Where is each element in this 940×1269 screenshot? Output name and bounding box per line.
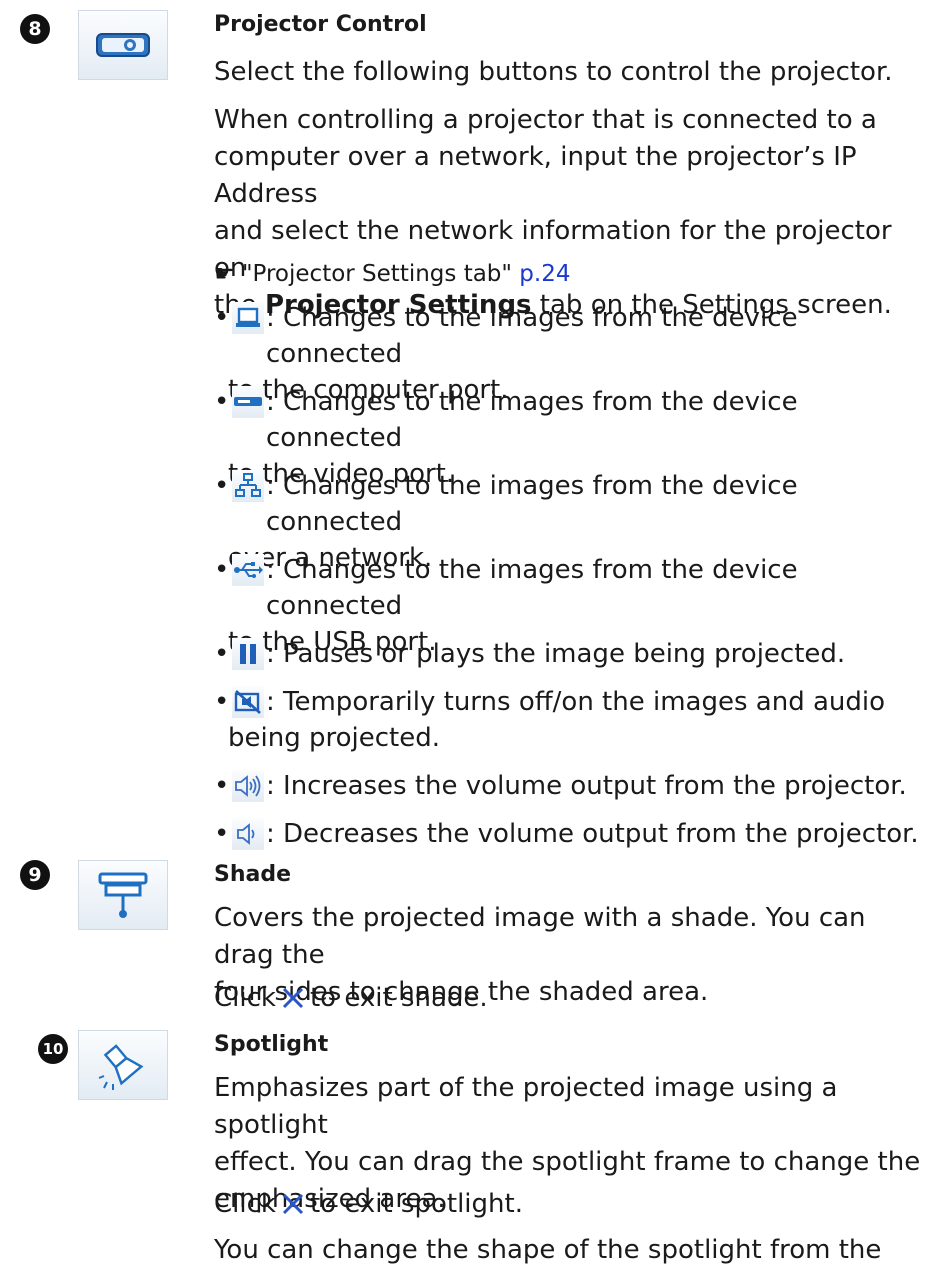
bullet-volume-down: • : Decreases the volume output from the… xyxy=(214,818,919,850)
spotlight-button[interactable] xyxy=(78,1030,168,1100)
volume-down-icon[interactable] xyxy=(232,818,264,850)
volume-up-icon[interactable] xyxy=(232,770,264,802)
close-icon[interactable] xyxy=(282,1193,304,1215)
item-number-9: 9 xyxy=(20,860,50,890)
projector-control-intro: Select the following buttons to control … xyxy=(214,57,893,87)
desc-line-1: When controlling a projector that is con… xyxy=(214,105,877,135)
projector-control-button[interactable] xyxy=(78,10,168,80)
spotlight-exit-instruction: Click to exit spotlight. xyxy=(214,1189,523,1219)
desc-line-2: computer over a network, input the proje… xyxy=(214,142,857,209)
section-title-spotlight: Spotlight xyxy=(214,1032,329,1057)
cross-reference: ☛ "Projector Settings tab" p.24 xyxy=(214,261,571,287)
bullet-av-mute: • : Temporarily turns off/on the images … xyxy=(214,686,886,753)
av-mute-icon[interactable] xyxy=(232,686,264,718)
bullet-volume-up: • : Increases the volume output from the… xyxy=(214,770,907,802)
network-icon[interactable] xyxy=(232,470,264,502)
bullet-pause: • : Pauses or plays the image being proj… xyxy=(214,638,846,670)
spotlight-icon xyxy=(98,1044,144,1090)
shade-exit-instruction: Click to exit shade. xyxy=(214,983,488,1013)
usb-icon[interactable] xyxy=(232,554,264,586)
computer-icon[interactable] xyxy=(232,302,264,334)
section-title-shade: Shade xyxy=(214,862,292,887)
spotlight-shape-note: You can change the shape of the spotligh… xyxy=(214,1235,882,1265)
shade-icon xyxy=(98,872,148,918)
page-link[interactable]: p.24 xyxy=(519,261,570,287)
item-number-8: 8 xyxy=(20,14,50,44)
shade-button[interactable] xyxy=(78,860,168,930)
item-number-10: 10 xyxy=(38,1034,68,1064)
section-title-projector-control: Projector Control xyxy=(214,12,427,37)
video-icon[interactable] xyxy=(232,386,264,418)
close-icon[interactable] xyxy=(282,987,304,1009)
pointing-hand-icon: ☛ xyxy=(214,261,235,287)
pause-icon[interactable] xyxy=(232,638,264,670)
projector-icon xyxy=(96,33,150,57)
